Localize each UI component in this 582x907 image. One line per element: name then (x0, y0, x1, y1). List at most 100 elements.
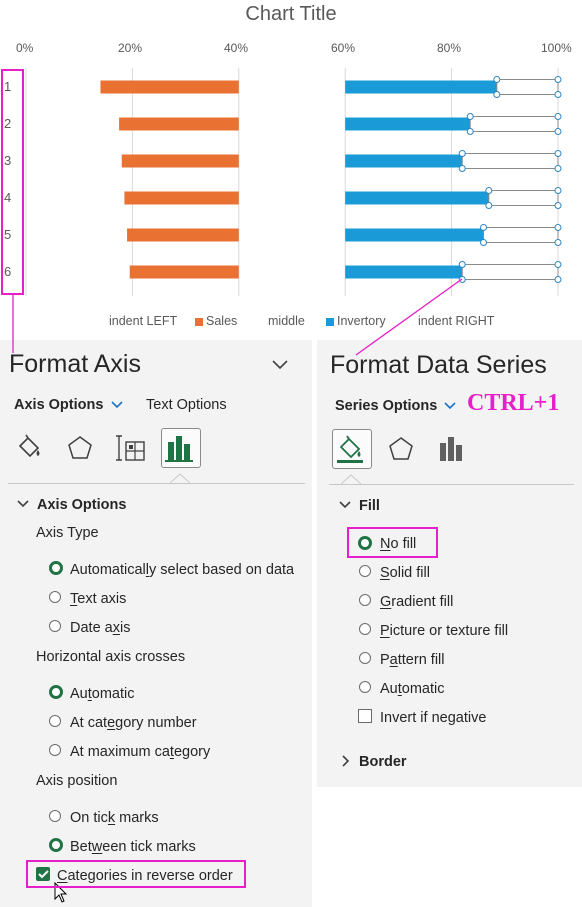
radio-text-axis[interactable] (49, 591, 61, 603)
effects-pentagon-icon[interactable] (64, 432, 96, 464)
axis-position-label: Axis position (36, 773, 118, 789)
bar-sales[interactable] (129, 265, 239, 279)
selection-handle[interactable] (554, 187, 562, 194)
selection-handle[interactable] (554, 165, 562, 172)
radio-between-tick-marks[interactable] (49, 838, 63, 852)
bar-invertory[interactable] (345, 154, 463, 168)
chevron-right-icon[interactable] (341, 754, 351, 768)
chart-area[interactable] (0, 0, 582, 340)
tab-text-options[interactable]: Text Options (146, 397, 227, 413)
pane-title: Format Axis (9, 350, 141, 378)
bar-chart-icon[interactable] (437, 433, 469, 465)
radio-crosses-automatic[interactable] (49, 685, 63, 699)
bar-sales[interactable] (127, 228, 239, 242)
tab-axis-options[interactable]: Axis Options (14, 397, 103, 413)
bar-invertory[interactable] (345, 117, 471, 131)
bar-indent-right-outline[interactable] (483, 227, 559, 243)
bar-invertory[interactable] (345, 191, 489, 205)
legend-swatch-inventory (326, 318, 334, 326)
radio-label[interactable]: At maximum category (70, 744, 210, 760)
legend-entry-middle[interactable]: middle (268, 314, 305, 328)
bar-invertory[interactable] (345, 265, 463, 279)
selection-handle[interactable] (554, 224, 562, 231)
legend-entry-sales[interactable]: Sales (206, 314, 237, 328)
selection-handle[interactable] (480, 224, 488, 231)
selection-handle[interactable] (458, 150, 466, 157)
selection-handle[interactable] (554, 276, 562, 283)
checkbox-invert-negative[interactable] (358, 709, 372, 723)
legend-entry-indent-left[interactable]: indent LEFT (109, 314, 177, 328)
crosses-label: Horizontal axis crosses (36, 649, 186, 665)
bar-sales[interactable] (124, 191, 239, 205)
legend-entry-inventory[interactable]: Invertory (337, 314, 386, 328)
radio-label[interactable]: At category number (70, 715, 197, 731)
radio-label[interactable]: Automatic (70, 686, 135, 702)
bar-indent-right-outline[interactable] (488, 190, 559, 206)
selection-handle[interactable] (554, 128, 562, 135)
keyboard-shortcut-annotation: CTRL+1 (467, 390, 560, 416)
tab-series-options[interactable]: Series Options (335, 398, 437, 414)
chevron-down-icon[interactable] (110, 400, 124, 410)
radio-label[interactable]: Picture or texture fill (380, 623, 508, 639)
bar-sales[interactable] (119, 117, 239, 131)
radio-category-number[interactable] (49, 715, 61, 727)
radio-date-axis[interactable] (49, 620, 61, 632)
checkbox-label[interactable]: Invert if negative (380, 710, 486, 726)
selection-handle[interactable] (554, 76, 562, 83)
radio-label[interactable]: Solid fill (380, 565, 430, 581)
radio-label[interactable]: Automatic (380, 681, 445, 697)
radio-label[interactable]: Date axis (70, 620, 130, 636)
radio-automatic-fill[interactable] (359, 681, 371, 693)
selection-handle[interactable] (554, 150, 562, 157)
radio-label[interactable]: Automatically select based on data (70, 562, 294, 578)
radio-pattern-fill[interactable] (359, 652, 371, 664)
tick-label: 60% (331, 41, 356, 55)
chevron-down-icon[interactable] (338, 500, 352, 510)
selection-handle[interactable] (493, 76, 501, 83)
selection-handle[interactable] (493, 91, 501, 98)
selection-handle[interactable] (458, 261, 466, 268)
radio-auto-select[interactable] (49, 561, 63, 575)
size-properties-icon[interactable] (116, 432, 148, 464)
bar-indent-right-outline[interactable] (461, 153, 559, 169)
section-border[interactable]: Border (359, 754, 407, 770)
selection-handle[interactable] (554, 91, 562, 98)
radio-gradient-fill[interactable] (359, 594, 371, 606)
selection-handle[interactable] (458, 276, 466, 283)
radio-label[interactable]: Text axis (70, 591, 126, 607)
section-fill[interactable]: Fill (359, 498, 380, 514)
selection-handle[interactable] (485, 187, 493, 194)
chevron-down-icon[interactable] (271, 359, 289, 371)
effects-pentagon-icon[interactable] (385, 433, 417, 465)
radio-label[interactable]: Gradient fill (380, 594, 453, 610)
fill-line-icon[interactable] (14, 432, 46, 464)
radio-on-tick-marks[interactable] (49, 810, 61, 822)
chevron-down-icon[interactable] (16, 499, 30, 509)
bar-invertory[interactable] (345, 80, 497, 94)
selection-handle[interactable] (554, 113, 562, 120)
radio-label[interactable]: Pattern fill (380, 652, 445, 668)
selection-handle[interactable] (466, 113, 474, 120)
bar-sales[interactable] (121, 154, 239, 168)
chevron-down-icon[interactable] (443, 401, 457, 411)
radio-picture-fill[interactable] (359, 623, 371, 635)
selection-handle[interactable] (485, 202, 493, 209)
chart-title[interactable]: Chart Title (0, 3, 582, 26)
radio-label[interactable]: Between tick marks (70, 839, 196, 855)
bar-indent-right-outline[interactable] (461, 264, 559, 280)
selection-handle[interactable] (458, 165, 466, 172)
section-axis-options[interactable]: Axis Options (37, 497, 126, 513)
selection-handle[interactable] (554, 239, 562, 246)
radio-label[interactable]: On tick marks (70, 810, 159, 826)
bar-invertory[interactable] (345, 228, 484, 242)
bar-sales[interactable] (100, 80, 239, 94)
selection-handle[interactable] (466, 128, 474, 135)
selection-handle[interactable] (554, 261, 562, 268)
radio-maximum-category[interactable] (49, 744, 61, 756)
legend-entry-indent-right[interactable]: indent RIGHT (418, 314, 494, 328)
selection-handle[interactable] (480, 239, 488, 246)
bar-indent-right-outline[interactable] (469, 116, 559, 132)
bar-indent-right-outline[interactable] (496, 79, 559, 95)
selection-handle[interactable] (554, 202, 562, 209)
radio-solid-fill[interactable] (359, 565, 371, 577)
